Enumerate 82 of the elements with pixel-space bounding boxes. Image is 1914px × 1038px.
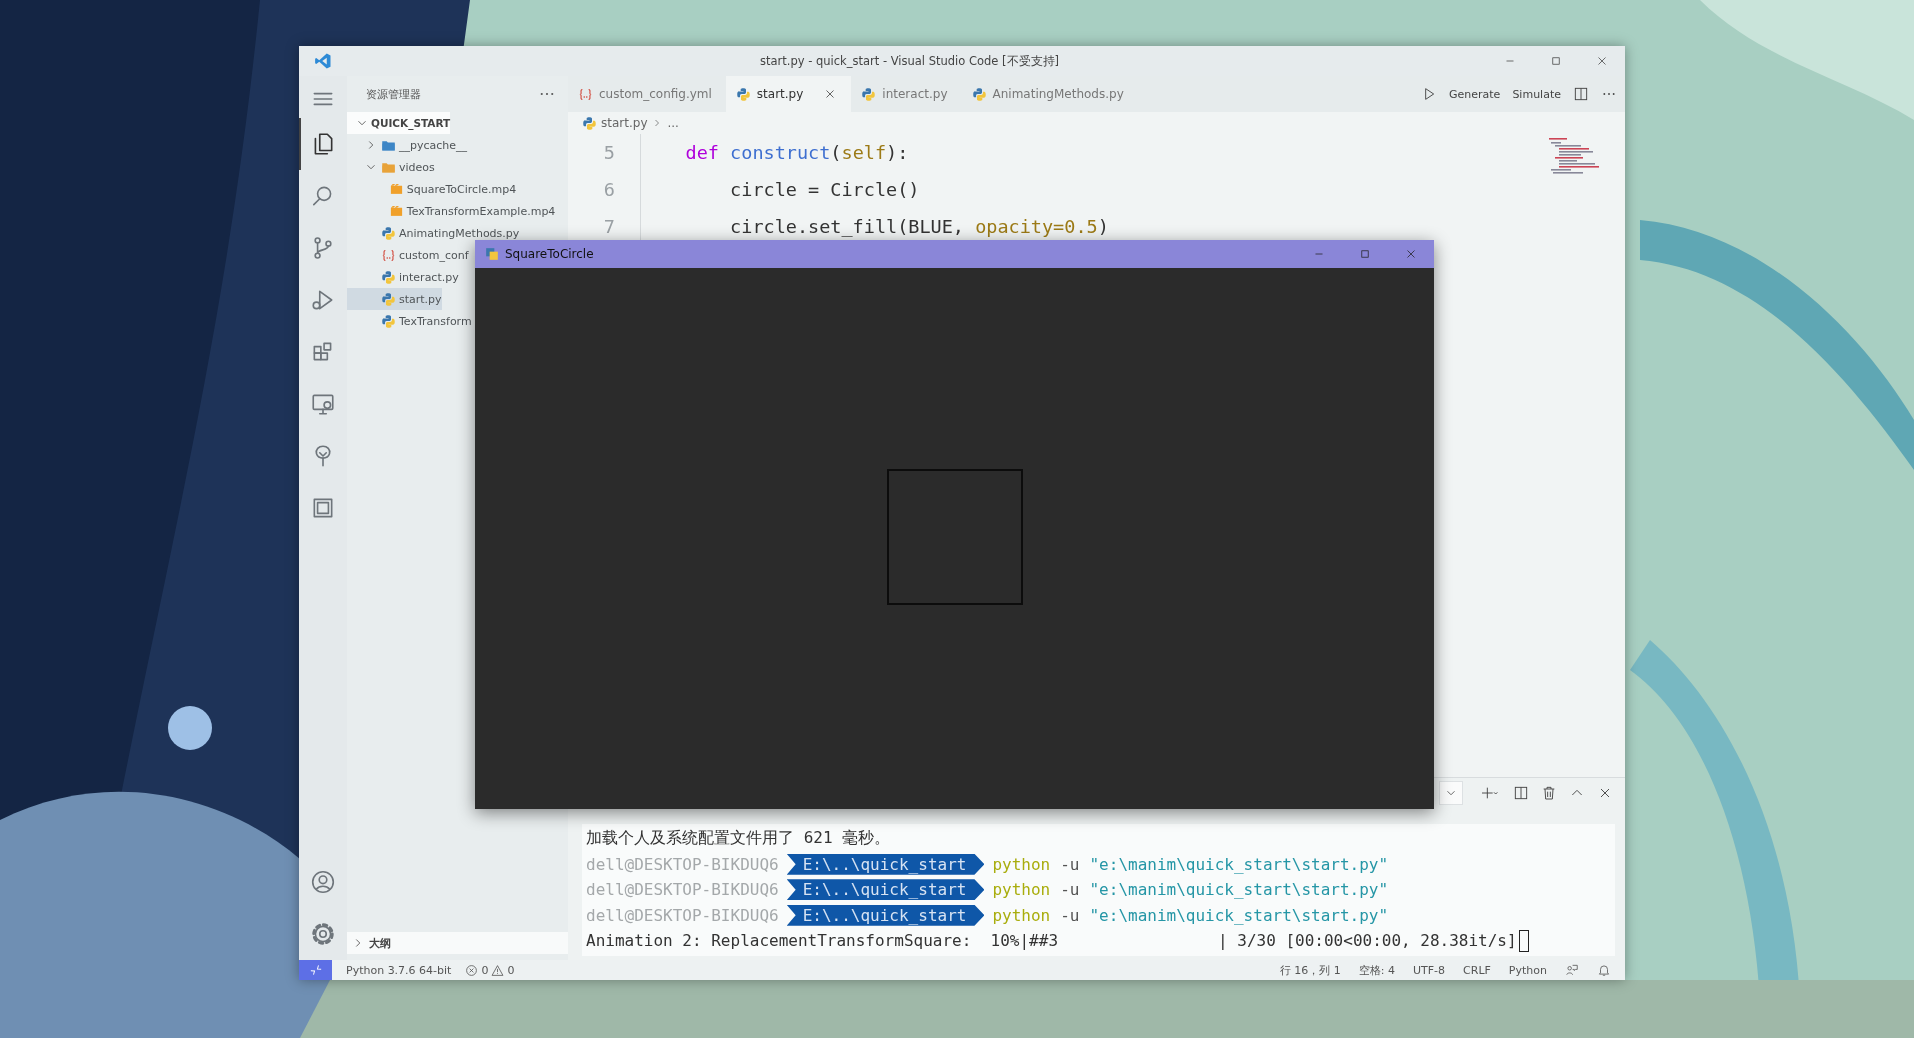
- line-number: 5: [602, 142, 616, 163]
- terminal-text: 加载个人及系统配置文件用了 621 毫秒。: [586, 828, 891, 850]
- action-link[interactable]: Simulate: [1512, 87, 1561, 101]
- line-number: 6: [602, 179, 616, 200]
- panel-title: 资源管理器: [366, 86, 421, 102]
- error-count[interactable]: 0: [481, 963, 489, 977]
- python-icon: [582, 115, 597, 131]
- code-line: circle = Circle(): [640, 171, 920, 208]
- action-link[interactable]: Generate: [1449, 87, 1501, 101]
- python-icon: [971, 86, 987, 102]
- prompt-user: dell@DESKTOP-BIKDUQ6: [586, 905, 779, 925]
- command-option: -u: [1060, 905, 1080, 925]
- command-option: -u: [1060, 854, 1080, 874]
- editor-tab[interactable]: AnimatingMethods.py: [961, 76, 1138, 112]
- prompt-path: E:\..\quick_start: [786, 879, 985, 901]
- app-icon: [485, 247, 499, 261]
- error-icon: [465, 963, 479, 977]
- remote-icon: [308, 963, 323, 977]
- editor-tab[interactable]: interact.py: [851, 76, 962, 112]
- status-item[interactable]: Python: [1508, 963, 1547, 977]
- status-item[interactable]: CRLF: [1463, 963, 1491, 977]
- account-icon: [310, 869, 336, 895]
- braces-icon: [578, 86, 593, 102]
- python-icon: [735, 86, 751, 102]
- line-number: 7: [602, 216, 616, 237]
- prompt-path: E:\..\quick_start: [786, 904, 985, 926]
- remote-button[interactable]: [299, 960, 332, 980]
- code-line: def construct(self):: [640, 134, 909, 171]
- editor-tab[interactable]: custom_config.yml: [568, 76, 726, 112]
- tree-item[interactable]: SquareToCircle.mp4: [347, 178, 517, 200]
- prompt-user: dell@DESKTOP-BIKDUQ6: [586, 880, 779, 900]
- command-argument: "e:\manim\quick_start\start.py": [1089, 854, 1389, 874]
- video-icon: [388, 181, 404, 197]
- editor-tab[interactable]: start.py: [725, 76, 852, 112]
- warning-count[interactable]: 0: [507, 963, 515, 977]
- python-icon: [381, 313, 396, 329]
- warning-icon: [491, 963, 505, 977]
- tree-item[interactable]: __pycache__: [347, 134, 468, 156]
- progress-stats: | 3/30 [00:00<00:00, 28.38it/s]: [1218, 931, 1517, 951]
- command-text: python: [992, 854, 1051, 874]
- prompt-path: E:\..\quick_start: [786, 853, 985, 875]
- status-item[interactable]: UTF-8: [1413, 963, 1446, 977]
- python-icon: [381, 225, 396, 241]
- settings-icon: [310, 921, 336, 947]
- status-item[interactable]: Python 3.7.6 64-bit: [346, 963, 452, 977]
- tree-item[interactable]: videos: [347, 156, 435, 178]
- bell-icon[interactable]: [1597, 963, 1611, 977]
- python-icon: [381, 269, 396, 285]
- prompt-user: dell@DESKTOP-BIKDUQ6: [586, 854, 779, 874]
- braces-icon: [381, 247, 396, 263]
- command-argument: "e:\manim\quick_start\start.py": [1089, 905, 1389, 925]
- command-argument: "e:\manim\quick_start\start.py": [1089, 880, 1389, 900]
- split-icon[interactable]: [1513, 785, 1529, 801]
- status-item[interactable]: 空格: 4: [1358, 962, 1395, 978]
- window-title: start.py - quick_start - Visual Studio Code [不受支持]: [758, 53, 1061, 69]
- tree-root[interactable]: QUICK_START: [347, 112, 451, 134]
- tree-item[interactable]: custom_conf: [347, 244, 469, 266]
- command-text: python: [992, 905, 1051, 925]
- python-icon: [861, 86, 877, 102]
- logo-icon: [314, 52, 332, 70]
- progress-text: Animation 2: ReplacementTransformSquare: 10%|##3: [586, 931, 1058, 951]
- maximize-icon: [1358, 247, 1372, 261]
- breadcrumb-item[interactable]: ...: [667, 116, 679, 130]
- window-title: SquareToCircle: [505, 247, 595, 261]
- split-icon[interactable]: [1573, 86, 1589, 102]
- maximize-icon: [1549, 54, 1563, 68]
- dropdown-field[interactable]: [1439, 781, 1463, 805]
- breadcrumb-item[interactable]: start.py: [601, 116, 648, 130]
- tree-item[interactable]: AnimatingMethods.py: [347, 222, 520, 244]
- tree-item[interactable]: start.py: [347, 288, 442, 310]
- trash-icon[interactable]: [1541, 785, 1557, 801]
- command-text: python: [992, 880, 1051, 900]
- video-icon: [388, 203, 404, 219]
- outline-section[interactable]: 大纲: [347, 932, 568, 954]
- feedback-icon[interactable]: [1565, 963, 1579, 977]
- python-icon: [381, 291, 396, 307]
- tree-item[interactable]: TexTransform: [347, 310, 472, 332]
- command-option: -u: [1060, 880, 1080, 900]
- status-item[interactable]: 行 16，列 1: [1279, 962, 1341, 978]
- add-icon[interactable]: [1479, 785, 1501, 801]
- tree-item[interactable]: interact.py: [347, 266, 459, 288]
- tree-item[interactable]: TexTransformExample.mp4: [347, 200, 556, 222]
